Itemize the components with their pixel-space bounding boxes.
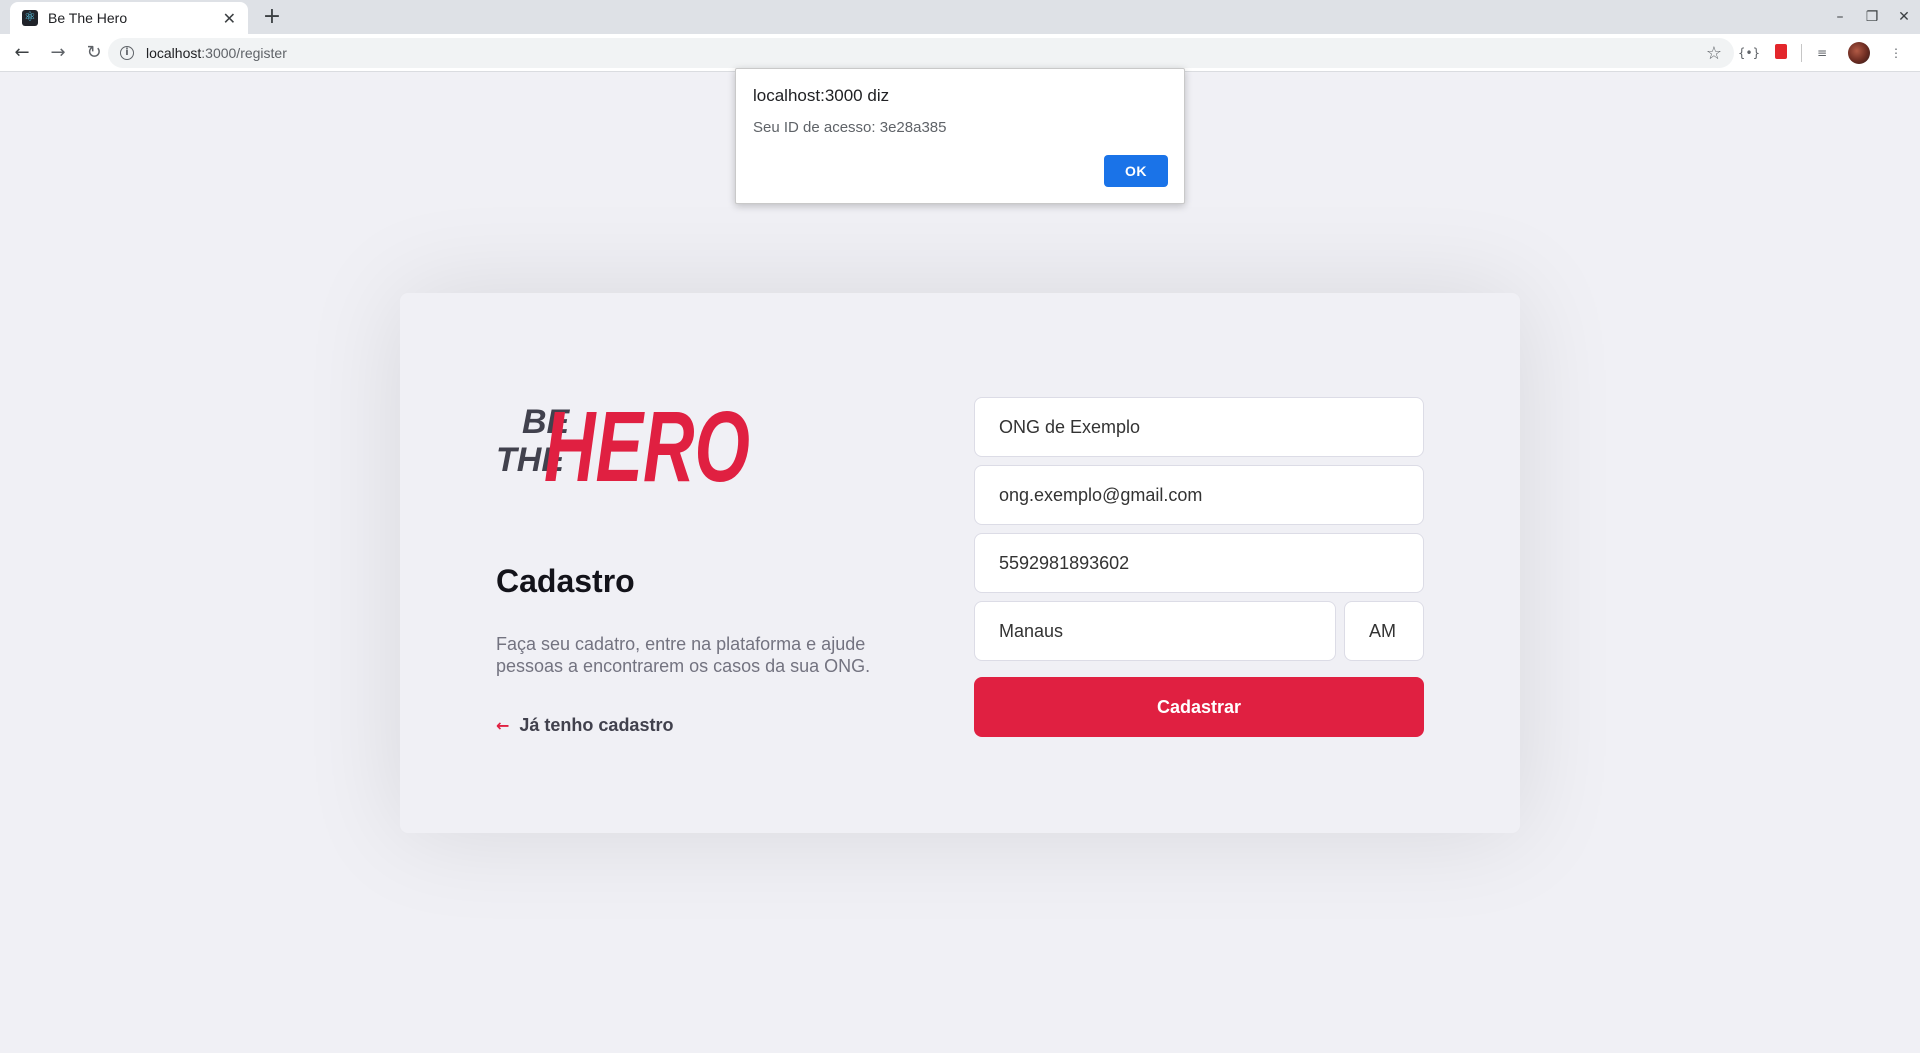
alert-dialog: localhost:3000 diz Seu ID de acesso: 3e2… [735, 68, 1185, 204]
toolbar-divider [1801, 44, 1802, 62]
page-title: Cadastro [496, 563, 635, 599]
site-info-icon[interactable]: i [120, 46, 134, 60]
alert-message: Seu ID de acesso: 3e28a385 [753, 119, 947, 136]
url-host: localhost [146, 45, 202, 61]
minimize-icon[interactable]: – [1824, 9, 1856, 25]
uf-input[interactable] [1344, 601, 1424, 661]
ong-name-input[interactable] [974, 397, 1424, 457]
tab-title: Be The Hero [48, 10, 128, 26]
be-the-hero-logo: BE THE HERO [496, 391, 750, 495]
url-text[interactable]: localhost:3000/register [146, 45, 1706, 61]
whatsapp-input[interactable] [974, 533, 1424, 593]
arrow-left-icon: ← [496, 716, 510, 735]
menu-kebab-icon[interactable]: ⋮ [1880, 46, 1912, 60]
forward-arrow-icon[interactable]: → [42, 42, 74, 63]
browser-toolbar: ← → ↻ i localhost:3000/register ☆ {•} ≡ … [0, 34, 1920, 72]
close-tab-icon[interactable]: ✕ [223, 9, 236, 28]
page-description: Faça seu cadatro, entre na plataforma e … [496, 634, 871, 676]
react-icon: ⚛ [22, 10, 38, 26]
reading-list-icon[interactable]: ≡ [1806, 46, 1838, 60]
back-link-label: Já tenho cadastro [519, 715, 674, 735]
office-extension-icon[interactable] [1765, 44, 1797, 62]
close-window-icon[interactable]: ✕ [1888, 9, 1920, 25]
city-input[interactable] [974, 601, 1336, 661]
profile-avatar[interactable] [1848, 42, 1870, 64]
extension-icon[interactable]: {•} [1733, 46, 1765, 60]
restore-icon[interactable]: ❐ [1856, 9, 1888, 25]
logo-text-hero: HERO [544, 391, 750, 495]
bookmark-star-icon[interactable]: ☆ [1706, 43, 1722, 64]
email-input[interactable] [974, 465, 1424, 525]
browser-tab[interactable]: ⚛ Be The Hero ✕ [10, 2, 248, 34]
new-tab-plus-icon[interactable]: + [258, 4, 286, 32]
alert-ok-button[interactable]: OK [1104, 155, 1168, 187]
reload-icon[interactable]: ↻ [78, 42, 110, 63]
register-submit-button[interactable]: Cadastrar [974, 677, 1424, 737]
register-card: BE THE HERO Cadastro Faça seu cadatro, e… [400, 293, 1520, 833]
browser-tab-strip: ⚛ Be The Hero ✕ + – ❐ ✕ [0, 0, 1920, 34]
back-arrow-icon[interactable]: ← [6, 42, 38, 63]
window-controls: – ❐ ✕ [1824, 0, 1920, 34]
extensions-area: {•} ≡ ⋮ [1733, 34, 1920, 72]
alert-title: localhost:3000 diz [753, 86, 890, 105]
url-path: :3000/register [201, 45, 287, 61]
address-bar[interactable]: i localhost:3000/register ☆ [108, 38, 1734, 68]
already-registered-link[interactable]: ← Já tenho cadastro [496, 715, 673, 736]
